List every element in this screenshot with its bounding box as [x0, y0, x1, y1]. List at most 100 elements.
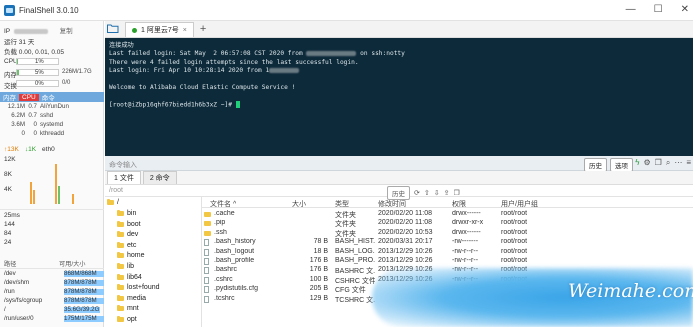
file-row[interactable]: .ssh 文件夹 2020/02/20 10:53 drwx------ root/ro… [202, 229, 693, 238]
disk-row: /dev 868M/868M [0, 270, 104, 278]
latency-label: 25ms [4, 212, 20, 219]
tree-item[interactable]: mnt [117, 303, 139, 314]
tree-item[interactable]: lib64 [117, 272, 142, 283]
terminal-prompt: [root@iZbp16qhf67biedd1h6b3xZ ~]# [109, 101, 236, 109]
col-owner[interactable]: 用户/用户组 [501, 199, 538, 209]
open-folder-button[interactable] [105, 20, 121, 37]
process-row[interactable]: 12.1M 0.7 AliYunDun [0, 103, 104, 110]
file-name: .cache [214, 210, 235, 217]
tree-item[interactable]: etc [117, 240, 136, 251]
tab-close-icon[interactable]: × [183, 27, 187, 34]
proc-col-cmd[interactable]: 命令 [39, 92, 58, 102]
col-type[interactable]: 类型 [335, 199, 349, 209]
disk-usage-text: 175M/175M [64, 315, 97, 322]
file-row[interactable]: .bash_logout 18 B BASH_LOG... 2013/12/29 10… [202, 248, 693, 257]
proc-col-mem[interactable]: 内存 [0, 92, 19, 102]
col-permissions[interactable]: 权限 [452, 199, 466, 209]
file-mtime: 2020/02/20 10:53 [378, 228, 433, 236]
tree-item[interactable]: lost+found [117, 282, 160, 293]
copy-path-icon[interactable]: ❐ [454, 189, 460, 197]
disk-usage-text: 868M/868M [64, 270, 97, 277]
latency-tick: 144 [4, 221, 15, 228]
file-size: 18 B [313, 247, 328, 255]
tab-commands[interactable]: 2 命令 [142, 171, 177, 184]
tree-item-label: bin [127, 210, 137, 217]
process-row[interactable]: 0 0 kthreadd [0, 130, 104, 137]
terminal-output[interactable]: 连接成功 Last failed login: Sat May 2 06:57:… [105, 38, 693, 156]
file-icon [204, 276, 209, 284]
monitor-sidebar: IP 复制 运行 31 天 负载 0.00, 0.01, 0.05 CPU 1%… [0, 21, 104, 327]
tab-files[interactable]: 1 文件 [107, 171, 141, 184]
proc-mem: 3.6M [11, 121, 25, 128]
file-type: BASH_PRO... [335, 257, 375, 264]
disk-usage: 175M/175M [62, 315, 104, 323]
tree-item[interactable]: home [117, 250, 145, 261]
col-name[interactable]: 文件名 ^ [210, 199, 236, 209]
tree-item[interactable]: boot [117, 219, 141, 230]
proc-mem: 12.1M [7, 103, 25, 110]
history-button[interactable]: 历史 [584, 158, 607, 172]
net-interface-select[interactable]: eth0 [42, 146, 55, 153]
disk-path: / [4, 306, 6, 313]
folder-icon [107, 199, 114, 205]
tree-item[interactable]: bin [117, 208, 136, 219]
col-size[interactable]: 大小 [292, 199, 306, 209]
maximize-button[interactable]: ☐ [654, 4, 663, 15]
net-tick: 12K [4, 156, 16, 163]
net-upload-rate: ↑13K [4, 146, 19, 153]
file-name: .pip [214, 219, 226, 227]
options-button[interactable]: 选项 [610, 158, 633, 172]
tree-item-label: / [117, 199, 119, 206]
command-input[interactable]: 命令输入 [109, 160, 137, 170]
download-icon[interactable]: ⇩ [434, 189, 440, 197]
file-mtime: 2020/03/31 20:17 [378, 238, 433, 246]
file-row[interactable]: .bash_history 78 B BASH_HIST... 2020/03/31 … [202, 238, 693, 247]
folder-icon [117, 273, 124, 280]
copy-icon[interactable]: ❐ [655, 158, 662, 168]
minimize-button[interactable]: — [626, 4, 636, 15]
network-chart: 12K 8K 4K [0, 156, 104, 204]
file-icon [204, 258, 209, 265]
file-row[interactable]: .cache 文件夹 2020/02/20 11:08 drwx------ root/… [202, 210, 693, 219]
menu-icon[interactable]: ≡ [686, 158, 691, 168]
tree-item[interactable]: opt [117, 314, 137, 325]
proc-cmd: systemd [40, 121, 64, 128]
settings-icon[interactable]: ⚙ [644, 158, 651, 168]
copy-ip-button[interactable]: 复制 [60, 28, 73, 35]
disk-usage-text: 878M/878M [64, 297, 97, 304]
search-icon[interactable]: ⌕ [666, 158, 670, 168]
tree-item[interactable]: lib [117, 261, 134, 272]
file-row[interactable]: .pip 文件夹 2020/02/20 11:08 drwxr-xr-x root/ro… [202, 219, 693, 228]
upload-icon[interactable]: ⇪ [444, 189, 450, 197]
close-button[interactable]: ✕ [681, 4, 689, 15]
tree-item-label: etc [127, 241, 137, 249]
file-icon [204, 239, 209, 247]
file-name: .ssh [214, 228, 227, 236]
file-row[interactable]: .bash_profile 176 B BASH_PRO... 2013/12/29 … [202, 257, 693, 266]
file-permissions: drwx------ [452, 210, 481, 217]
folder-icon [117, 305, 124, 312]
add-tab-button[interactable]: + [200, 22, 206, 37]
col-mtime[interactable]: 修改时间 [378, 199, 406, 209]
path-input[interactable]: /root [109, 187, 123, 194]
swap-value: 0% [35, 81, 44, 87]
proc-cmd: AliYunDun [40, 103, 69, 110]
process-table-header: 内存 CPU 命令 [0, 92, 104, 102]
process-row[interactable]: 3.6M 0 systemd [0, 121, 104, 128]
folder-icon [117, 316, 124, 322]
disk-usage-text: 878M/878M [64, 279, 97, 286]
go-up-icon[interactable]: ⇧ [424, 189, 430, 197]
tab-session-1[interactable]: 1 阿里云7号 × [125, 22, 194, 37]
command-bar: 命令输入 历史 选项 ϟ ⚙ ❐ ⌕ ⋯ ≡ [105, 156, 693, 172]
disk-row: / 35.6G/39.2G [0, 306, 104, 314]
process-row[interactable]: 6.2M 0.7 sshd [0, 112, 104, 119]
tree-item[interactable]: media [117, 293, 146, 304]
tree-root[interactable]: / [107, 197, 119, 208]
tree-item[interactable]: dev [117, 229, 138, 240]
lightning-icon[interactable]: ϟ [635, 158, 639, 168]
proc-col-cpu[interactable]: CPU [19, 93, 39, 101]
more-icon[interactable]: ⋯ [674, 158, 682, 168]
disk-usage-text: 878M/878M [64, 288, 97, 295]
refresh-icon[interactable]: ⟳ [414, 189, 420, 197]
